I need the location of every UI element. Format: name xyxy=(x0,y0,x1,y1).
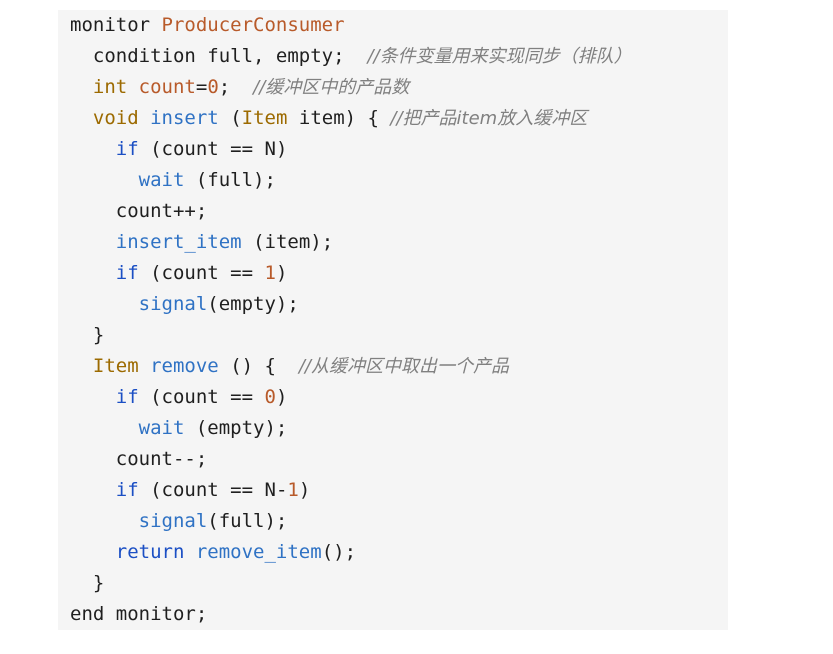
type-keyword: Item xyxy=(92,355,139,377)
code-line: signal(full); xyxy=(70,506,632,537)
control-keyword: if xyxy=(115,479,139,501)
code-text: } xyxy=(92,324,105,346)
code-text: (full); xyxy=(195,169,276,191)
code-line: condition full, empty; //条件变量用来实现同步（排队） xyxy=(70,41,632,72)
code-line: return remove_item(); xyxy=(70,537,632,568)
code-block: monitor ProducerConsumer condition full,… xyxy=(70,10,632,630)
code-line: if (count == 1) xyxy=(70,258,632,289)
code-line: insert_item (item); xyxy=(70,227,632,258)
keyword: condition xyxy=(92,45,196,67)
type-keyword: void xyxy=(92,107,139,129)
code-text: ) xyxy=(275,262,288,284)
code-text: ( xyxy=(230,107,242,129)
function-call: remove_item xyxy=(195,541,322,563)
type-keyword: int xyxy=(92,76,128,98)
code-line: wait (empty); xyxy=(70,413,632,444)
code-text: (count == xyxy=(150,262,254,284)
code-line: Item remove () { //从缓冲区中取出一个产品 xyxy=(70,351,632,382)
control-keyword: return xyxy=(115,541,185,563)
control-keyword: if xyxy=(115,138,139,160)
code-line: count--; xyxy=(70,444,632,475)
code-text: (count == N) xyxy=(150,138,288,160)
number: 0 xyxy=(264,386,276,408)
code-text: ) xyxy=(275,386,288,408)
number: 0 xyxy=(207,76,219,98)
code-line: monitor ProducerConsumer xyxy=(70,10,632,41)
code-line: signal(empty); xyxy=(70,289,632,320)
code-text: full, empty; xyxy=(207,45,345,67)
code-text: (count == N- xyxy=(150,479,288,501)
code-comment: //把产品item放入缓冲区 xyxy=(390,108,588,129)
monitor-name: ProducerConsumer xyxy=(161,14,345,36)
code-text: (full); xyxy=(207,510,288,532)
code-line: if (count == N) xyxy=(70,134,632,165)
code-text: ; xyxy=(218,76,231,98)
code-text: () { xyxy=(230,355,276,377)
function-call: wait xyxy=(138,417,185,439)
code-comment: //缓冲区中的产品数 xyxy=(253,77,410,98)
function-call: signal xyxy=(138,293,208,315)
procedure-name: remove xyxy=(150,355,219,377)
function-call: wait xyxy=(138,169,185,191)
code-comment: //条件变量用来实现同步（排队） xyxy=(367,46,632,67)
code-text: } xyxy=(92,572,105,594)
code-text: end monitor; xyxy=(70,603,208,625)
procedure-name: insert xyxy=(150,107,219,129)
function-call: signal xyxy=(138,510,208,532)
code-line: if (count == 0) xyxy=(70,382,632,413)
variable: count xyxy=(138,76,196,98)
number: 1 xyxy=(264,262,276,284)
code-line: void insert (Item item) { //把产品item放入缓冲区 xyxy=(70,103,632,134)
code-text: item) { xyxy=(298,107,379,129)
function-call: insert_item xyxy=(115,231,242,253)
type-keyword: Item xyxy=(241,107,288,129)
code-text: (count == xyxy=(150,386,254,408)
code-text: count--; xyxy=(115,448,208,470)
number: 1 xyxy=(287,479,299,501)
code-line: int count=0; //缓冲区中的产品数 xyxy=(70,72,632,103)
code-text: (); xyxy=(321,541,357,563)
control-keyword: if xyxy=(115,386,139,408)
code-text: (empty); xyxy=(207,293,299,315)
code-line: wait (full); xyxy=(70,165,632,196)
code-line: } xyxy=(70,320,632,351)
code-line: if (count == N-1) xyxy=(70,475,632,506)
code-line: count++; xyxy=(70,196,632,227)
code-line: } xyxy=(70,568,632,599)
code-text: (empty); xyxy=(195,417,288,439)
code-comment: //从缓冲区中取出一个产品 xyxy=(298,356,509,377)
keyword: monitor xyxy=(70,14,151,36)
code-text: count++; xyxy=(115,200,208,222)
code-text: = xyxy=(195,76,208,98)
code-line: end monitor; xyxy=(70,599,632,630)
control-keyword: if xyxy=(115,262,139,284)
code-text: (item); xyxy=(253,231,334,253)
code-text: ) xyxy=(298,479,311,501)
